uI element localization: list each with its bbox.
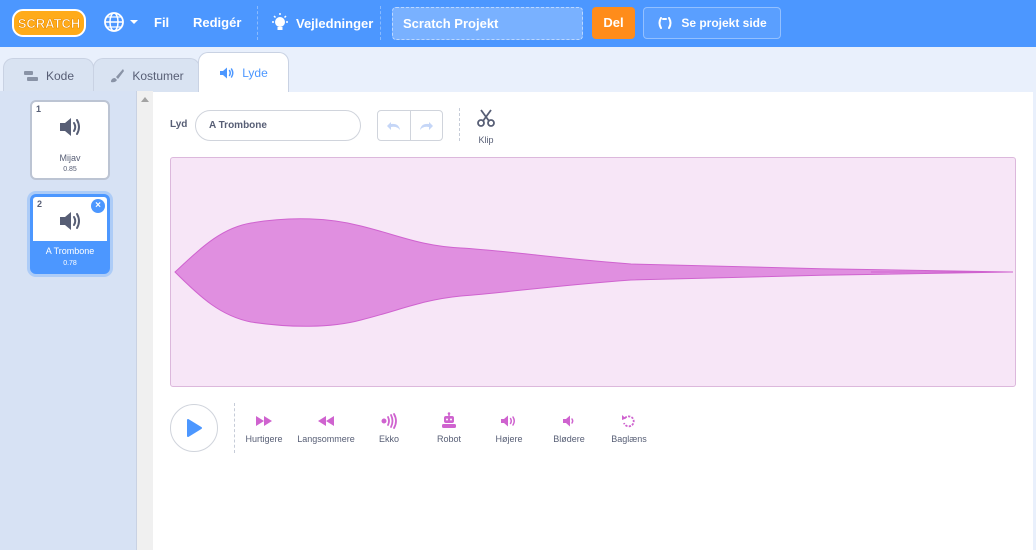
reverse-icon bbox=[622, 415, 635, 428]
tab-code-label: Kode bbox=[45, 68, 75, 83]
share-button[interactable]: Del bbox=[592, 7, 635, 39]
paintbrush-icon bbox=[111, 68, 125, 82]
sound-list-scrollbar[interactable] bbox=[137, 91, 153, 550]
play-icon bbox=[187, 419, 202, 437]
undo-icon bbox=[386, 121, 400, 130]
redo-button[interactable] bbox=[409, 111, 443, 140]
svg-text:SCRATCH: SCRATCH bbox=[18, 16, 81, 31]
tab-sounds-label: Lyde bbox=[242, 65, 268, 80]
scissors-icon bbox=[477, 109, 495, 127]
project-title-input[interactable]: Scratch Projekt bbox=[392, 7, 583, 40]
sound-name: A Trombone bbox=[45, 246, 95, 256]
speaker-icon bbox=[220, 67, 234, 78]
sound-duration: 0.85 bbox=[63, 166, 77, 173]
menu-divider bbox=[380, 6, 381, 40]
see-project-page-button[interactable]: Se projekt side bbox=[643, 7, 781, 39]
code-blocks-icon bbox=[23, 70, 38, 81]
effect-slower-label: Langsommere bbox=[297, 434, 355, 444]
effect-reverse-button[interactable]: Baglæns bbox=[594, 411, 664, 444]
louder-icon bbox=[501, 415, 515, 427]
effect-reverse-label: Baglæns bbox=[611, 434, 647, 444]
redo-icon bbox=[420, 121, 434, 130]
sound-name: Mijav bbox=[59, 153, 81, 163]
undo-redo-group bbox=[377, 110, 443, 141]
file-menu[interactable]: Fil bbox=[154, 15, 169, 30]
sound-name-label: Lyd bbox=[170, 119, 188, 130]
tutorials-button[interactable]: Vejledninger bbox=[270, 12, 373, 34]
sound-duration: 0.78 bbox=[63, 260, 77, 267]
effect-faster-label: Hurtigere bbox=[245, 434, 283, 444]
tab-costumes-label: Kostumer bbox=[132, 68, 184, 83]
scroll-up-icon[interactable] bbox=[141, 97, 149, 102]
sound-number: 1 bbox=[36, 104, 42, 114]
tab-code[interactable]: Kode bbox=[3, 58, 94, 92]
play-button[interactable] bbox=[170, 404, 218, 452]
tab-costumes[interactable]: Kostumer bbox=[93, 58, 200, 92]
speaker-icon bbox=[60, 212, 80, 230]
softer-icon bbox=[563, 415, 574, 427]
chevron-down-icon bbox=[130, 20, 138, 24]
language-menu[interactable] bbox=[103, 11, 139, 33]
delete-sound-button[interactable]: × bbox=[91, 199, 105, 213]
echo-icon bbox=[381, 413, 397, 429]
trim-button[interactable]: Klip bbox=[474, 108, 498, 145]
trim-label: Klip bbox=[478, 135, 494, 145]
menu-bar: SCRATCH Fil Redigér Vejledninger Scratch… bbox=[0, 0, 1036, 47]
sound-list: 1 Mijav 0.85 2 × A Trombone 0.78 bbox=[0, 91, 137, 550]
tutorials-label: Vejledninger bbox=[296, 15, 374, 31]
scratch-logo[interactable]: SCRATCH bbox=[12, 8, 86, 38]
slower-icon bbox=[318, 416, 334, 426]
see-project-label: Se projekt side bbox=[681, 16, 767, 30]
edit-menu[interactable]: Redigér bbox=[193, 15, 241, 30]
speaker-icon bbox=[60, 118, 80, 136]
see-inside-icon bbox=[658, 17, 672, 29]
sound-name-input[interactable]: A Trombone bbox=[195, 110, 361, 141]
sound-tile-meow[interactable]: 1 Mijav 0.85 bbox=[30, 100, 110, 180]
sound-tile-a-trombone[interactable]: 2 × A Trombone 0.78 bbox=[30, 194, 110, 274]
menu-divider bbox=[257, 6, 258, 40]
effect-faster-button[interactable]: Hurtigere bbox=[229, 411, 299, 444]
sound-editor: Lyd A Trombone Klip Hurtigere Langsommer… bbox=[153, 92, 1033, 550]
toolbar-divider bbox=[459, 108, 460, 141]
lightbulb-icon bbox=[272, 13, 288, 30]
robot-icon bbox=[442, 412, 456, 428]
undo-button[interactable] bbox=[378, 111, 410, 140]
sound-number: 2 bbox=[37, 199, 43, 209]
waveform-area[interactable] bbox=[170, 157, 1016, 387]
waveform bbox=[174, 218, 1013, 327]
effect-slower-button[interactable]: Langsommere bbox=[291, 411, 361, 444]
faster-icon bbox=[256, 416, 272, 426]
tab-sounds[interactable]: Lyde bbox=[198, 52, 289, 92]
globe-icon bbox=[104, 12, 124, 32]
